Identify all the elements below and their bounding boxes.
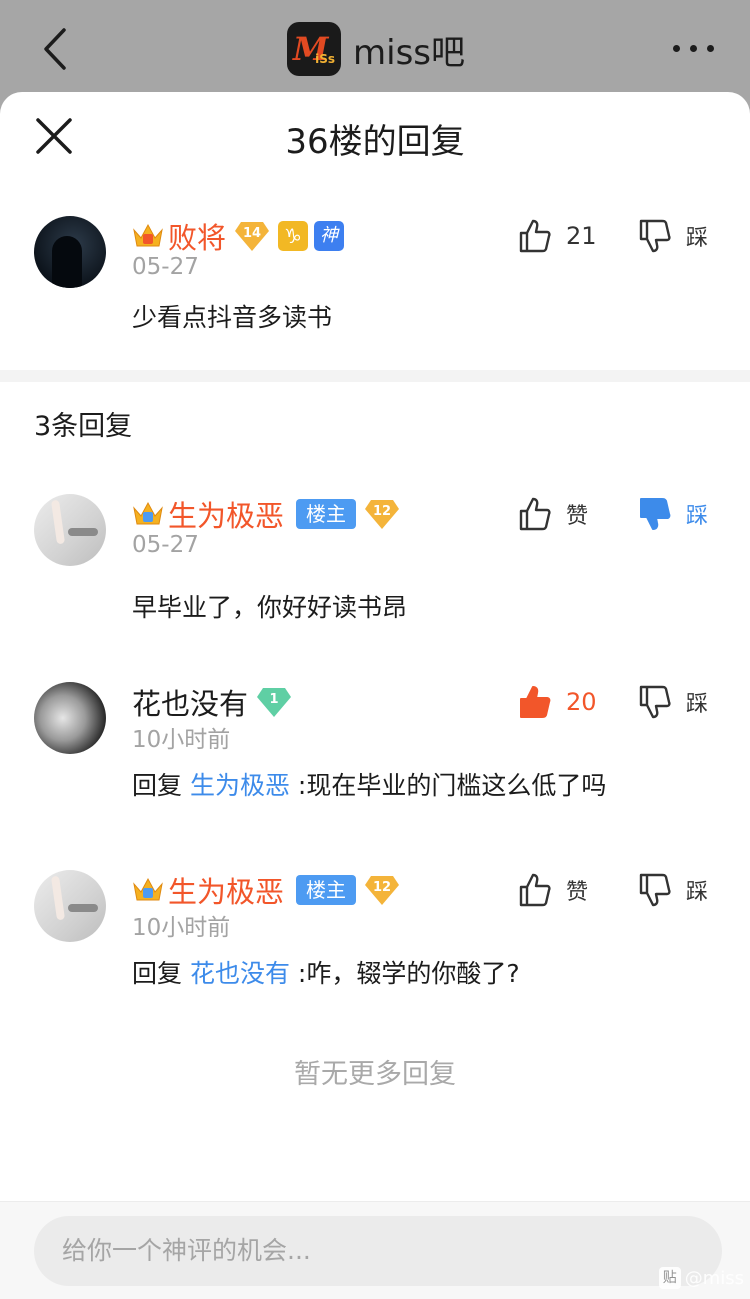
level-badge: 14 — [234, 220, 270, 252]
section-divider — [0, 370, 750, 382]
more-options-icon[interactable] — [673, 45, 714, 52]
reply-body: :咋，辍学的你酸了? — [289, 959, 520, 988]
avatar[interactable] — [34, 216, 106, 288]
level-number: 12 — [372, 880, 392, 895]
username[interactable]: 败将 — [168, 215, 226, 257]
replies-sheet: 36楼的回复 败将 14 ♑ 神 05-27 少看点抖音多读书 21 踩 3条回… — [0, 92, 750, 1299]
comment-input-bar: 给你一个神评的机会... 贴 @miss — [0, 1201, 750, 1299]
thumbs-down-icon — [639, 219, 671, 253]
reply-prefix: 回复 — [132, 959, 190, 988]
forum-header[interactable]: M iSs miss吧 — [287, 22, 465, 76]
dislike-button[interactable]: 踩 — [638, 870, 708, 910]
post-time: 05-27 — [132, 532, 199, 558]
capricorn-icon: ♑ — [278, 221, 309, 251]
post-time: 05-27 — [132, 254, 199, 280]
like-label: 赞 — [566, 504, 589, 529]
dislike-button[interactable]: 踩 — [638, 494, 708, 534]
comment-text: 早毕业了，你好好读书昂 — [132, 593, 408, 622]
forum-logo-sub: iSs — [315, 52, 335, 66]
thumbs-up-filled-icon — [520, 686, 551, 718]
comment-text: 少看点抖音多读书 — [132, 303, 333, 332]
thumbs-up-icon — [519, 497, 551, 531]
sheet-header: 36楼的回复 — [0, 92, 750, 182]
name-row: 生为极恶 楼主 12 — [132, 869, 400, 911]
avatar[interactable] — [34, 682, 106, 754]
mention-link[interactable]: 生为极恶 — [190, 771, 290, 800]
reply-prefix: 回复 — [132, 771, 190, 800]
thumbs-up-icon — [519, 873, 551, 907]
dislike-label: 踩 — [686, 692, 709, 717]
like-button[interactable]: 赞 — [518, 870, 588, 910]
crown-icon — [133, 877, 163, 901]
crown-icon — [133, 501, 163, 525]
like-count: 20 — [566, 688, 597, 716]
level-badge: 1 — [256, 686, 292, 718]
tieba-logo-icon: 贴 — [658, 1267, 681, 1289]
dislike-button[interactable]: 踩 — [638, 216, 708, 256]
comment-text: 回复 生为极恶 :现在毕业的门槛这么低了吗 — [132, 766, 606, 802]
dislike-label: 踩 — [686, 226, 709, 251]
name-row: 花也没有 1 — [132, 681, 292, 723]
avatar[interactable] — [34, 870, 106, 942]
like-count: 21 — [566, 222, 597, 250]
name-row: 生为极恶 楼主 12 — [132, 493, 400, 535]
forum-name: miss吧 — [353, 32, 465, 73]
reply-count: 3条回复 — [34, 411, 133, 442]
top-nav-bar: M iSs miss吧 — [0, 0, 750, 100]
watermark-text: @miss — [684, 1267, 744, 1289]
thumbs-down-icon — [639, 685, 671, 719]
dislike-button[interactable]: 踩 — [638, 682, 708, 722]
watermark: 贴 @miss — [658, 1267, 744, 1289]
level-number: 14 — [242, 226, 262, 241]
comment-input[interactable]: 给你一个神评的机会... — [34, 1216, 722, 1286]
thumbs-down-icon — [639, 873, 671, 907]
comment-text: 回复 花也没有 :咋，辍学的你酸了? — [132, 954, 520, 990]
username[interactable]: 生为极恶 — [168, 493, 284, 535]
level-badge: 12 — [364, 498, 400, 530]
mention-link[interactable]: 花也没有 — [190, 959, 290, 988]
back-arrow-icon[interactable] — [38, 24, 78, 74]
thread-owner-tag: 楼主 — [296, 875, 357, 905]
like-button[interactable]: 21 — [518, 216, 597, 256]
no-more-replies: 暂无更多回复 — [294, 1059, 456, 1090]
post-time: 10小时前 — [132, 915, 231, 941]
dislike-label: 踩 — [686, 880, 709, 905]
level-number: 1 — [269, 692, 279, 707]
like-label: 赞 — [566, 880, 589, 905]
dislike-label: 踩 — [686, 504, 709, 529]
avatar[interactable] — [34, 494, 106, 566]
name-row: 败将 14 ♑ 神 — [132, 215, 345, 257]
thread-owner-tag: 楼主 — [296, 499, 357, 529]
thumbs-up-icon — [519, 219, 551, 253]
sheet-title: 36楼的回复 — [285, 122, 465, 162]
like-button[interactable]: 赞 — [518, 494, 588, 534]
username[interactable]: 生为极恶 — [168, 869, 284, 911]
post-time: 10小时前 — [132, 727, 231, 753]
god-badge: 神 — [314, 221, 345, 251]
thumbs-down-filled-icon — [640, 498, 671, 530]
username[interactable]: 花也没有 — [132, 681, 248, 723]
like-button[interactable]: 20 — [518, 682, 597, 722]
level-number: 12 — [372, 504, 392, 519]
crown-icon — [133, 223, 163, 247]
forum-logo: M iSs — [287, 22, 341, 76]
reply-body: :现在毕业的门槛这么低了吗 — [289, 771, 607, 800]
level-badge: 12 — [364, 874, 400, 906]
